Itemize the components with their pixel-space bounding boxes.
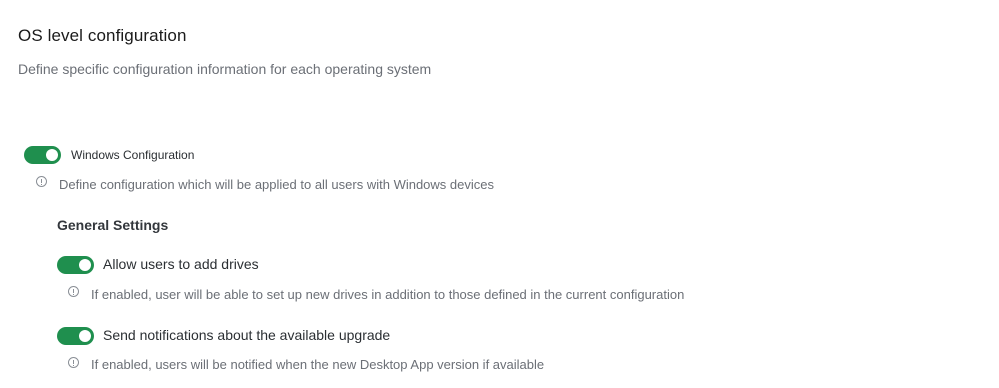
allow-add-drives-hint: If enabled, user will be able to set up …	[91, 287, 685, 302]
toggle-knob	[79, 330, 91, 342]
page-title: OS level configuration	[18, 26, 187, 45]
info-icon	[68, 286, 79, 297]
upgrade-notifications-label: Send notifications about the available u…	[103, 327, 391, 343]
page-subtitle: Define specific configuration informatio…	[18, 61, 432, 77]
info-icon	[36, 176, 47, 187]
toggle-knob	[79, 259, 91, 271]
windows-configuration-hint: Define configuration which will be appli…	[59, 177, 494, 192]
allow-add-drives-toggle[interactable]	[57, 256, 94, 274]
info-icon	[68, 357, 79, 368]
allow-add-drives-label: Allow users to add drives	[103, 256, 259, 272]
windows-configuration-label: Windows Configuration	[71, 148, 195, 162]
general-settings-title: General Settings	[57, 217, 169, 233]
windows-configuration-toggle[interactable]	[24, 146, 61, 164]
toggle-knob	[46, 149, 58, 161]
upgrade-notifications-hint: If enabled, users will be notified when …	[91, 357, 545, 372]
upgrade-notifications-toggle[interactable]	[57, 327, 94, 345]
